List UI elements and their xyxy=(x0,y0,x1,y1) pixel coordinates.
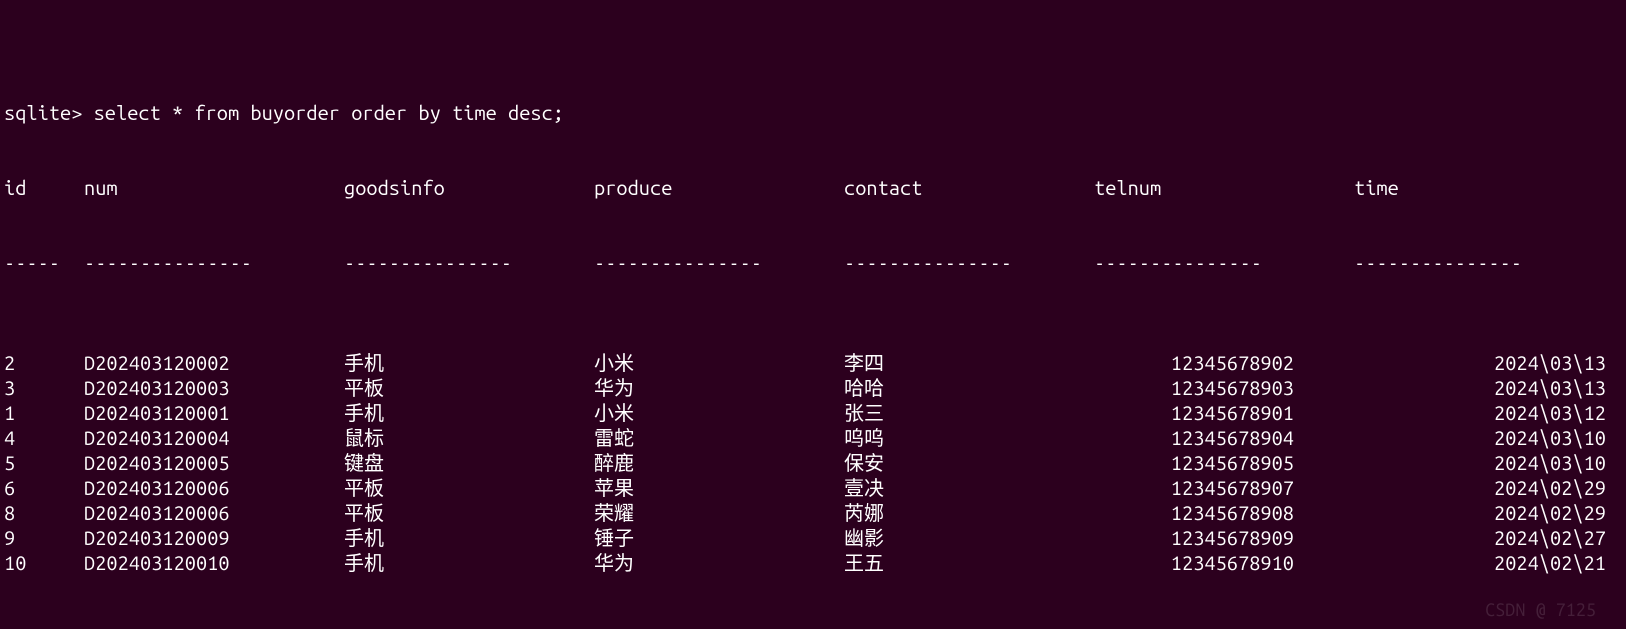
cell-goodsinfo: 平板 xyxy=(344,475,594,500)
cell-contact: 保安 xyxy=(844,450,1094,475)
cell-contact: 哈哈 xyxy=(844,375,1094,400)
cell-telnum: 12345678909 xyxy=(1094,525,1354,550)
cell-id: 8 xyxy=(4,500,84,525)
cell-contact: 张三 xyxy=(844,400,1094,425)
cell-time: 2024\03\10 xyxy=(1354,425,1614,450)
cell-num: D202403120002 xyxy=(84,350,344,375)
cell-telnum: 12345678908 xyxy=(1094,500,1354,525)
cell-goodsinfo: 手机 xyxy=(344,550,594,575)
cell-goodsinfo: 手机 xyxy=(344,525,594,550)
cell-id: 1 xyxy=(4,400,84,425)
cell-telnum: 12345678905 xyxy=(1094,450,1354,475)
col-header-goodsinfo: goodsinfo xyxy=(344,175,594,200)
result-divider-row: ----- --------------- --------------- --… xyxy=(4,250,1622,275)
cell-id: 2 xyxy=(4,350,84,375)
table-row: 9D202403120009手机锤子幽影123456789092024\02\2… xyxy=(4,525,1622,550)
cell-num: D202403120010 xyxy=(84,550,344,575)
table-row: 8D202403120006平板荣耀芮娜123456789082024\02\2… xyxy=(4,500,1622,525)
table-row: 3D202403120003平板华为哈哈123456789032024\03\1… xyxy=(4,375,1622,400)
cell-telnum: 12345678907 xyxy=(1094,475,1354,500)
cell-time: 2024\03\13 xyxy=(1354,375,1614,400)
cell-contact: 李四 xyxy=(844,350,1094,375)
cell-telnum: 12345678910 xyxy=(1094,550,1354,575)
col-header-produce: produce xyxy=(594,175,844,200)
sqlite-prompt: sqlite> xyxy=(4,100,82,125)
cell-telnum: 12345678904 xyxy=(1094,425,1354,450)
divider: --------------- xyxy=(344,250,594,275)
cell-produce: 锤子 xyxy=(594,525,844,550)
table-row: 2D202403120002手机小米李四123456789022024\03\1… xyxy=(4,350,1622,375)
cell-id: 9 xyxy=(4,525,84,550)
cell-telnum: 12345678903 xyxy=(1094,375,1354,400)
cell-produce: 华为 xyxy=(594,375,844,400)
divider: ----- xyxy=(4,250,84,275)
cell-produce: 荣耀 xyxy=(594,500,844,525)
cell-id: 4 xyxy=(4,425,84,450)
terminal-output: sqlite> select * from buyorder order by … xyxy=(0,0,1626,629)
cell-telnum: 12345678901 xyxy=(1094,400,1354,425)
cell-produce: 苹果 xyxy=(594,475,844,500)
cell-produce: 小米 xyxy=(594,400,844,425)
cell-time: 2024\02\21 xyxy=(1354,550,1614,575)
cell-num: D202403120004 xyxy=(84,425,344,450)
cell-telnum: 12345678902 xyxy=(1094,350,1354,375)
cell-num: D202403120003 xyxy=(84,375,344,400)
divider: --------------- xyxy=(1354,250,1614,275)
cell-id: 5 xyxy=(4,450,84,475)
col-header-id: id xyxy=(4,175,84,200)
sqlite-prompt-line[interactable]: sqlite> select * from buyorder order by … xyxy=(4,100,1622,125)
cell-produce: 小米 xyxy=(594,350,844,375)
cell-contact: 芮娜 xyxy=(844,500,1094,525)
col-header-telnum: telnum xyxy=(1094,175,1354,200)
table-row: 1D202403120001手机小米张三123456789012024\03\1… xyxy=(4,400,1622,425)
cell-num: D202403120005 xyxy=(84,450,344,475)
cell-num: D202403120006 xyxy=(84,500,344,525)
cell-num: D202403120009 xyxy=(84,525,344,550)
divider: --------------- xyxy=(1094,250,1354,275)
cell-time: 2024\02\29 xyxy=(1354,500,1614,525)
sql-command: select * from buyorder order by time des… xyxy=(94,100,564,125)
cell-goodsinfo: 鼠标 xyxy=(344,425,594,450)
cell-time: 2024\03\13 xyxy=(1354,350,1614,375)
cell-goodsinfo: 平板 xyxy=(344,375,594,400)
col-header-time: time xyxy=(1354,175,1614,200)
cell-produce: 华为 xyxy=(594,550,844,575)
cell-contact: 幽影 xyxy=(844,525,1094,550)
cell-time: 2024\03\12 xyxy=(1354,400,1614,425)
cell-time: 2024\02\29 xyxy=(1354,475,1614,500)
cell-contact: 呜呜 xyxy=(844,425,1094,450)
cell-produce: 醉鹿 xyxy=(594,450,844,475)
divider: --------------- xyxy=(594,250,844,275)
cell-goodsinfo: 平板 xyxy=(344,500,594,525)
table-row: 5D202403120005键盘醉鹿保安123456789052024\03\1… xyxy=(4,450,1622,475)
cell-contact: 壹决 xyxy=(844,475,1094,500)
cell-goodsinfo: 手机 xyxy=(344,400,594,425)
cell-contact: 王五 xyxy=(844,550,1094,575)
cell-num: D202403120006 xyxy=(84,475,344,500)
divider: --------------- xyxy=(844,250,1094,275)
cell-id: 10 xyxy=(4,550,84,575)
col-header-num: num xyxy=(84,175,344,200)
result-header-row: id num goodsinfo produce contact telnum … xyxy=(4,175,1622,200)
table-row: 10D202403120010手机华为王五123456789102024\02\… xyxy=(4,550,1622,575)
cell-time: 2024\02\27 xyxy=(1354,525,1614,550)
cell-time: 2024\03\10 xyxy=(1354,450,1614,475)
divider: --------------- xyxy=(84,250,344,275)
cell-id: 3 xyxy=(4,375,84,400)
cell-produce: 雷蛇 xyxy=(594,425,844,450)
table-row: 6D202403120006平板苹果壹决123456789072024\02\2… xyxy=(4,475,1622,500)
col-header-contact: contact xyxy=(844,175,1094,200)
cell-goodsinfo: 键盘 xyxy=(344,450,594,475)
cell-num: D202403120001 xyxy=(84,400,344,425)
table-row: 4D202403120004鼠标雷蛇呜呜123456789042024\03\1… xyxy=(4,425,1622,450)
cell-id: 6 xyxy=(4,475,84,500)
cell-goodsinfo: 手机 xyxy=(344,350,594,375)
